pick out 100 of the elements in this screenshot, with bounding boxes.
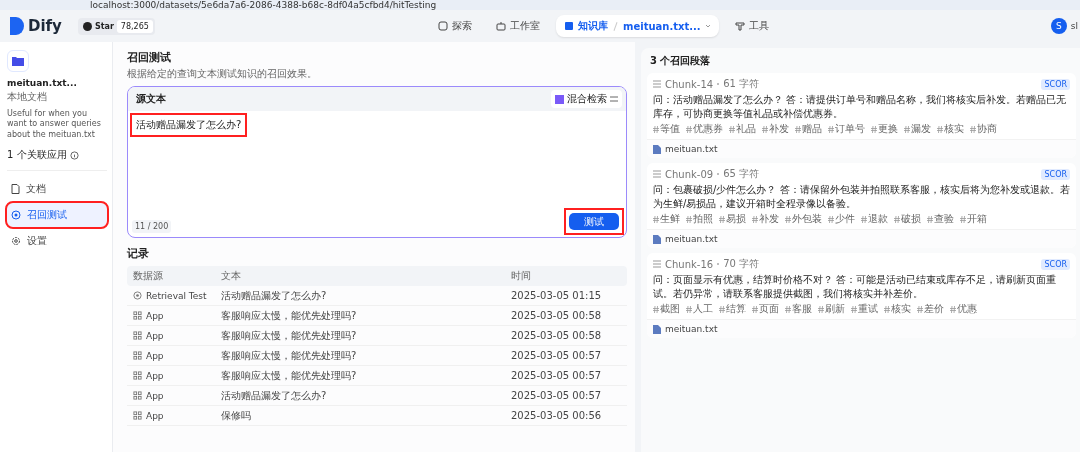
column-header: 文本 (221, 269, 242, 283)
user-avatar[interactable]: S (1050, 18, 1067, 34)
sidebar-item[interactable]: 文档 (7, 177, 107, 202)
file-name[interactable]: meituan.txt (665, 234, 718, 244)
keyword-tag: 结算 (726, 302, 746, 316)
hash-icon (917, 305, 923, 313)
folder-icon (7, 50, 29, 72)
retrieval-mode-button[interactable]: 混合检索 (551, 90, 622, 108)
keyword-tag: 协商 (977, 122, 997, 136)
hash-icon (884, 305, 890, 313)
test-button[interactable]: 测试 (569, 213, 619, 230)
hash-icon (686, 305, 692, 313)
panel-label: 源文本 (136, 92, 166, 106)
records-title: 记录 (127, 246, 150, 261)
keyword-tag: 刷新 (825, 302, 845, 316)
hash-icon (871, 125, 877, 133)
source-cell: App (146, 310, 164, 321)
apps-icon (133, 351, 142, 360)
hash-icon (653, 125, 659, 133)
sidebar-item[interactable]: 召回测试 (7, 203, 107, 228)
text-cell-text: 活动赠品漏发了怎么办? (221, 288, 328, 303)
apps-icon (133, 311, 142, 320)
chunk-content: 问：活动赠品漏发了怎么办？ 答：请提供订单号和赠品名称，我们将核实后补发。若赠品已无库存，可协商更换等值礼品或补偿优惠券。 (652, 93, 1068, 120)
apps-icon (133, 391, 142, 400)
chunk-card[interactable]: Chunk-09 65 字符 SCOR 问：包裹破损/少件怎么办？ 答：请保留外包装并拍照联系客服，核实后将为您补发或退款。若为生鲜/易损品，建议开箱时全程录像以备验。 生鲜 拍照 易损 补发 外包装 少件 退款 破损 查验 开箱 meituan.txt (647, 163, 1076, 248)
hash-icon (904, 125, 910, 133)
hash-icon (950, 305, 956, 313)
sidebar-item[interactable]: 设置 (7, 229, 107, 254)
source-cell: Retrieval Test (146, 290, 207, 301)
time-cell-text: 2025-03-05 00:58 (511, 330, 603, 341)
hash-icon (960, 215, 966, 223)
hash-icon (828, 125, 834, 133)
url-text: localhost:3000/datasets/5e6da7a6-2086-4388-b68c-8df04a5cfbd4/hitTesting (90, 0, 437, 10)
keyword-tag: 等值 (660, 122, 680, 136)
nav-tab[interactable]: 工作室 (488, 15, 548, 37)
chunk-length: 61 字符 (723, 77, 760, 91)
query-input[interactable]: 活动赠品漏发了怎么办? (132, 115, 246, 135)
text-cell-text: 客服响应太慢，能优先处理吗? (221, 368, 358, 383)
github-star-button[interactable]: Star 78,265 (77, 17, 155, 35)
hash-icon (719, 305, 725, 313)
keyword-tag: 外包装 (792, 212, 822, 226)
hash-icon (729, 125, 735, 133)
keyword-tag: 易损 (726, 212, 746, 226)
info-icon (69, 150, 79, 160)
hash-icon (795, 125, 801, 133)
file-icon (653, 324, 661, 334)
time-cell-text: 2025-03-05 00:57 (511, 350, 603, 361)
time-cell-text: 2025-03-05 00:57 (511, 370, 603, 381)
chunk-length: 65 字符 (723, 167, 760, 181)
column-header: 数据源 (133, 269, 164, 283)
keyword-tag: 补发 (769, 122, 789, 136)
nav-tab[interactable]: 知识库 meituan.txt... (556, 15, 719, 37)
keyword-tag: 客服 (792, 302, 812, 316)
hash-icon (653, 305, 659, 313)
keyword-tag: 漏发 (911, 122, 931, 136)
user-name[interactable]: sl (1070, 21, 1078, 31)
file-name[interactable]: meituan.txt (665, 144, 718, 154)
nav-tab[interactable]: 工具 (726, 15, 777, 37)
hash-icon (970, 125, 976, 133)
file-name[interactable]: meituan.txt (665, 324, 718, 334)
chevron-down-icon (704, 23, 711, 29)
address-bar[interactable]: localhost:3000/datasets/5e6da7a6-2086-4388-b68c-8df04a5cfbd4/hitTesting (0, 0, 1080, 10)
chunk-icon (653, 260, 661, 268)
source-cell: App (146, 390, 164, 401)
hash-icon (818, 305, 824, 313)
score-badge: SCOR (1041, 168, 1070, 180)
chunk-icon (653, 80, 661, 88)
chunk-id: Chunk-16 (665, 258, 714, 270)
score-badge: SCOR (1041, 258, 1070, 270)
keyword-tag: 截图 (660, 302, 680, 316)
hash-icon (785, 305, 791, 313)
hash-icon (653, 215, 659, 223)
hash-icon (752, 215, 758, 223)
chunk-content: 问：包裹破损/少件怎么办？ 答：请保留外包装并拍照联系客服，核实后将为您补发或退款。若为生鲜/易损品，建议开箱时全程录像以备验。 (652, 183, 1071, 210)
chunk-card[interactable]: Chunk-16 70 字符 SCOR 问：页面显示有优惠，结算时价格不对？ 答：可能是活动已结束或库存不足，请刷新页面重试。若仍异常，请联系客服提供截图，我们将核实并补差价。 截图 人工 结算 页面 客服 刷新 重试 核实 差价 优惠 meituan.txt (647, 253, 1076, 338)
score-badge: SCOR (1041, 78, 1070, 90)
chunk-card[interactable]: Chunk-14 61 字符 SCOR 问：活动赠品漏发了怎么办？ 答：请提供订单号和赠品名称，我们将核实后补发。若赠品已无库存，可协商更换等值礼品或补偿优惠券。 等值 优惠券 礼品 补发 赠品 订单号 更换 漏发 核实 协商 meituan.txt (647, 73, 1076, 158)
keyword-tag: 少件 (835, 212, 855, 226)
source-cell: App (146, 370, 164, 381)
keyword-tag: 补发 (759, 212, 779, 226)
hash-icon (686, 215, 692, 223)
column-header: 时间 (511, 269, 532, 283)
target-icon (133, 291, 142, 300)
target-icon (11, 210, 21, 221)
text-cell-text: 活动赠品漏发了怎么办? (221, 388, 328, 403)
apps-icon (133, 331, 142, 340)
hash-icon (719, 215, 725, 223)
file-icon (653, 144, 661, 154)
nav-tab[interactable]: 探索 (430, 15, 480, 37)
keyword-tag: 页面 (759, 302, 779, 316)
keyword-tag: 核实 (891, 302, 911, 316)
hash-icon (785, 215, 791, 223)
time-cell-text: 2025-03-05 00:58 (511, 310, 603, 321)
hash-icon (937, 125, 943, 133)
keyword-tag: 开箱 (967, 212, 987, 226)
text-cell-text: 客服响应太慢，能优先处理吗? (221, 308, 358, 323)
chunk-id: Chunk-09 (665, 168, 714, 180)
text-cell-text: 客服响应太慢，能优先处理吗? (221, 328, 358, 343)
page-title: 召回测试 (127, 50, 172, 65)
results-title: 3 个召回段落 (649, 54, 712, 68)
